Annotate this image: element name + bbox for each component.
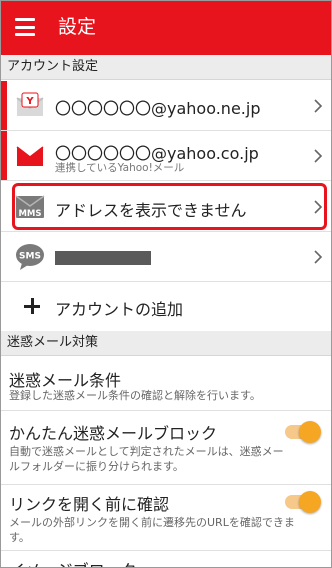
toggle-knob [299,491,321,513]
chevron-right-icon [314,99,323,113]
confirm-links-toggle[interactable] [285,491,321,513]
setting-easy-spam-block[interactable]: かんたん迷惑メールブロック 自動で迷惑メールとして判定されたメールは、迷惑メール… [1,411,331,485]
account-indicator-bar [1,81,7,130]
add-account-label: アカウントの追加 [55,300,184,319]
page-title: 設定 [58,16,97,38]
svg-text:Y: Y [25,96,34,107]
toggle-knob [299,421,321,443]
setting-title: かんたん迷惑メールブロック [9,424,218,443]
highlight-frame [12,183,327,230]
sms-bubble-icon: SMS [16,244,44,270]
setting-description: 登録した迷惑メール条件の確認と解除を行います。 [9,389,261,402]
account-indicator-bar [1,131,7,180]
add-account-button[interactable]: アカウントの追加 [1,282,331,331]
setting-description: メールの外部リンクを開く前に遷移先のURLを確認できます。 [9,516,295,544]
account-row-yahoo-ne-jp[interactable]: Y 〇〇〇〇〇〇@yahoo.ne.jp [1,81,331,131]
section-header-spam: 迷惑メール対策 [1,331,331,356]
account-address: 〇〇〇〇〇〇@yahoo.ne.jp [55,99,261,118]
masked-address [55,251,151,265]
setting-confirm-links[interactable]: リンクを開く前に確認 メールの外部リンクを開く前に遷移先のURLを確認できます。 [1,485,331,551]
account-row-yahoo-co-jp[interactable]: 〇〇〇〇〇〇@yahoo.co.jp 連携しているYahoo!メール [1,131,331,181]
account-row-sms[interactable]: SMS [1,232,331,282]
setting-title: イメージブロック [9,557,137,567]
setting-spam-conditions[interactable]: 迷惑メール条件 登録した迷惑メール条件の確認と解除を行います。 [1,357,331,411]
setting-image-block[interactable]: イメージブロック [1,551,331,567]
setting-title: リンクを開く前に確認 [9,495,170,514]
app-bar: 設定 [1,1,331,55]
menu-icon[interactable] [15,18,35,36]
red-envelope-icon [16,146,44,166]
easy-spam-block-toggle[interactable] [285,421,321,443]
section-header-accounts: アカウント設定 [1,55,331,80]
account-sub-label: 連携しているYahoo!メール [55,162,185,174]
chevron-right-icon [314,250,323,264]
sms-icon-label: SMS [19,252,41,262]
settings-screen: 設定 アカウント設定 Y 〇〇〇〇〇〇@yahoo.ne.jp 〇〇〇〇〇〇@y… [0,0,332,568]
chevron-right-icon [314,149,323,163]
yahoo-mail-envelope-icon: Y [16,92,44,116]
plus-icon [23,297,41,315]
setting-description: 自動で迷惑メールとして判定されたメールは、迷惑メールフォルダーに振り分けられます… [9,445,284,473]
